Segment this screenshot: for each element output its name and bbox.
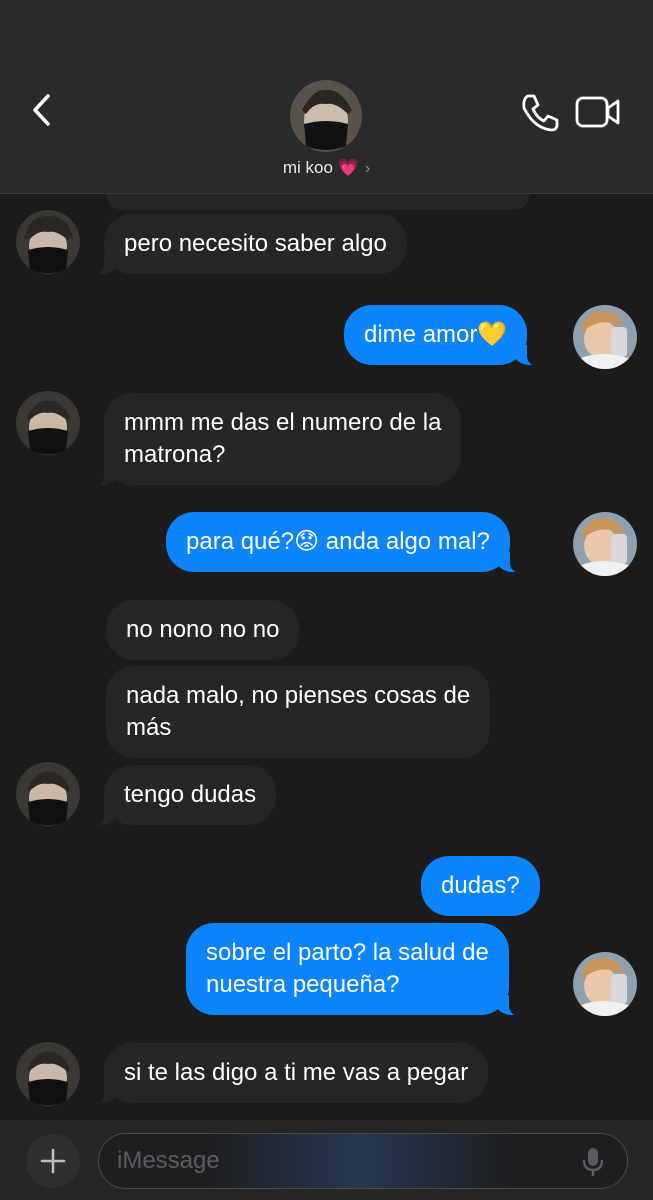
contact-name-label: mi koo 💗 — [282, 158, 359, 177]
conversation-header: mi koo 💗 › — [0, 0, 653, 194]
message-input[interactable] — [117, 1134, 557, 1188]
message-bubble[interactable]: sobre el parto? la salud de nuestra pequ… — [186, 923, 523, 1016]
microphone-icon — [582, 1148, 604, 1176]
message-bubble[interactable]: dime amor💛 — [344, 305, 542, 366]
message-bubble[interactable]: no nono no no — [106, 600, 300, 660]
chevron-right-icon: › — [364, 160, 371, 177]
video-camera-icon — [575, 96, 620, 128]
dictation-button[interactable] — [580, 1146, 606, 1178]
video-call-button[interactable] — [574, 90, 622, 134]
contact-avatar[interactable] — [16, 391, 80, 455]
message-bubble[interactable]: pero necesito saber algo — [90, 214, 407, 275]
audio-call-button[interactable] — [518, 90, 562, 134]
back-button[interactable] — [22, 88, 62, 132]
plus-icon — [40, 1148, 66, 1174]
apps-button[interactable] — [26, 1134, 80, 1188]
message-bubble[interactable]: tengo dudas — [89, 765, 277, 826]
user-avatar[interactable] — [573, 512, 637, 576]
contact-name[interactable]: mi koo 💗 › — [0, 158, 653, 178]
contact-avatar[interactable] — [290, 80, 362, 152]
message-bubble[interactable]: para qué?😟 anda algo mal? — [166, 512, 524, 573]
message-bubble[interactable]: dudas? — [421, 856, 540, 916]
contact-avatar[interactable] — [16, 1042, 80, 1106]
message-bubble[interactable]: mmm me das el numero de la matrona? — [89, 393, 462, 486]
message-bubble[interactable]: si te las digo a ti me vas a pegar — [89, 1043, 489, 1104]
message-input-field[interactable] — [98, 1133, 628, 1189]
contact-avatar[interactable] — [16, 762, 80, 826]
user-avatar[interactable] — [573, 305, 637, 369]
message-bubble[interactable]: nada malo, no pienses cosas de más — [106, 666, 491, 758]
phone-icon — [522, 94, 559, 132]
chevron-left-icon — [33, 94, 50, 126]
user-avatar[interactable] — [573, 952, 637, 1016]
contact-avatar[interactable] — [16, 210, 80, 274]
